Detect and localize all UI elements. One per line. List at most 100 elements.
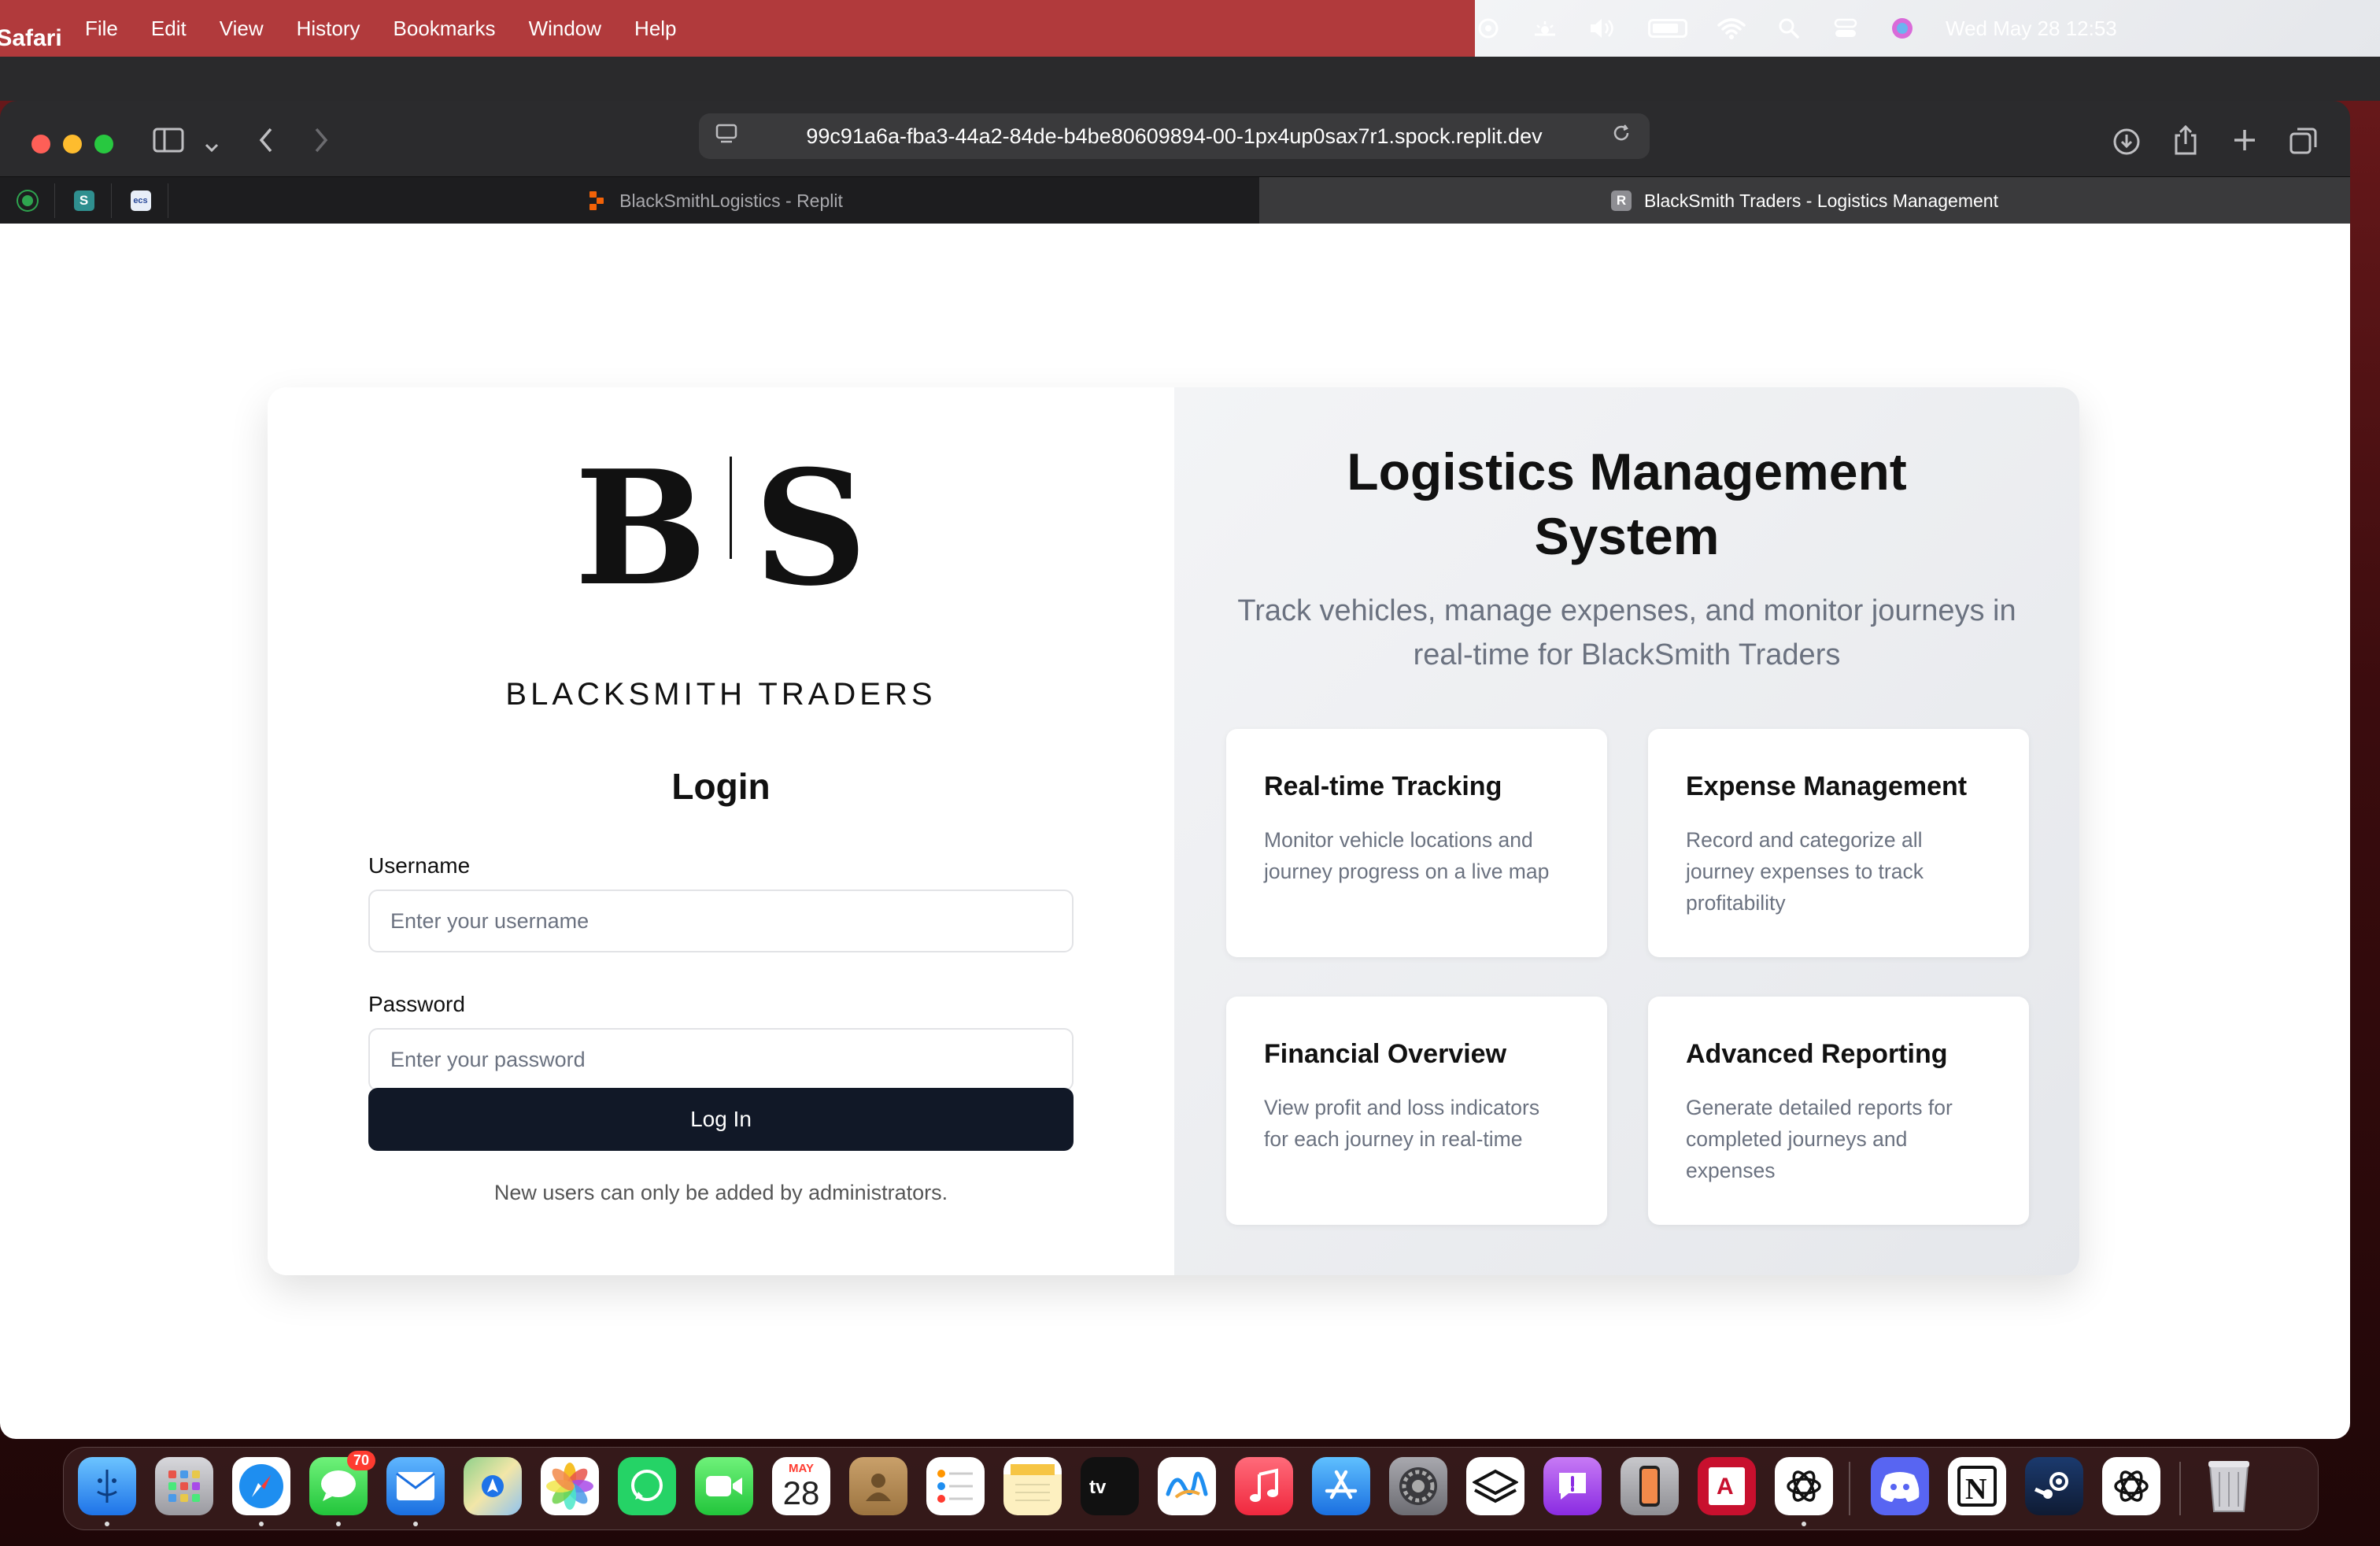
- logo-divider: [729, 457, 732, 559]
- page-settings-icon[interactable]: [715, 122, 738, 151]
- menu-edit[interactable]: Edit: [151, 17, 187, 41]
- tab-replit-label: BlackSmithLogistics - Replit: [619, 190, 843, 211]
- feature-card-expense: Expense Management Record and categorize…: [1648, 729, 2029, 957]
- address-bar[interactable]: 99c91a6a-fba3-44a2-84de-b4be80609894-00-…: [699, 113, 1650, 159]
- share-icon[interactable]: [2172, 124, 2199, 162]
- back-button[interactable]: [257, 126, 275, 161]
- tab-blacksmith[interactable]: R BlackSmith Traders - Logistics Managem…: [1259, 177, 2350, 224]
- pinned-tab-1[interactable]: [0, 183, 55, 218]
- login-title: Login: [671, 766, 771, 807]
- contacts-icon[interactable]: [849, 1457, 907, 1515]
- svg-text:tv: tv: [1089, 1477, 1107, 1498]
- wifi-icon[interactable]: [1717, 13, 1746, 44]
- menu-help[interactable]: Help: [634, 17, 676, 41]
- chevron-down-icon[interactable]: [203, 131, 220, 162]
- trash-icon[interactable]: [2200, 1457, 2258, 1515]
- pinned-tab-3[interactable]: ecs: [113, 183, 168, 218]
- tab-bar: S ecs BlackSmithLogistics - Replit R Bla…: [0, 176, 2350, 224]
- notion-icon[interactable]: N: [1948, 1457, 2006, 1515]
- dock: 70 MAY 28 tv A N: [63, 1447, 2319, 1530]
- calendar-icon[interactable]: MAY 28: [772, 1457, 830, 1515]
- forward-button[interactable]: [312, 126, 331, 161]
- chatgpt-running-indicator: [1802, 1522, 1806, 1526]
- svg-text:A: A: [1717, 1474, 1734, 1500]
- menu-bookmarks[interactable]: Bookmarks: [394, 17, 496, 41]
- brightness-icon[interactable]: [1532, 13, 1558, 44]
- calendar-day: 28: [782, 1474, 820, 1511]
- minimize-window-button[interactable]: [63, 135, 82, 153]
- feature-card-financial: Financial Overview View profit and loss …: [1226, 997, 1607, 1225]
- feedback-icon[interactable]: [1543, 1457, 1602, 1515]
- chatgpt-alt-icon[interactable]: [2102, 1457, 2160, 1515]
- feature-title: Financial Overview: [1264, 1039, 1507, 1069]
- messages-icon[interactable]: 70: [309, 1451, 375, 1515]
- pinned-tab-2[interactable]: S: [57, 183, 112, 218]
- brand-name: BLACKSMITH TRADERS: [505, 677, 937, 712]
- feature-card-tracking: Real-time Tracking Monitor vehicle locat…: [1226, 729, 1607, 957]
- mail-icon[interactable]: [386, 1457, 445, 1515]
- discord-icon[interactable]: [1871, 1457, 1929, 1515]
- new-tab-icon[interactable]: [2232, 128, 2257, 159]
- hero-title: Logistics Management System: [1347, 442, 1907, 565]
- chatgpt-icon[interactable]: [1775, 1457, 1833, 1515]
- tab-replit[interactable]: BlackSmithLogistics - Replit: [170, 177, 1259, 224]
- safari-icon[interactable]: [232, 1457, 290, 1515]
- menu-bar: Safari File Edit View History Bookmarks …: [0, 0, 2380, 57]
- feature-text: View profit and loss indicators for each…: [1264, 1096, 1540, 1151]
- sidebar-toggle-icon[interactable]: [153, 128, 184, 159]
- green-circle-icon: [17, 191, 37, 210]
- siri-icon[interactable]: [1889, 13, 1916, 44]
- reminders-icon[interactable]: [926, 1457, 985, 1515]
- finder-running-indicator: [105, 1522, 109, 1526]
- reload-icon[interactable]: [1610, 122, 1632, 150]
- volume-icon[interactable]: [1588, 13, 1618, 44]
- vectorworks-icon[interactable]: [1466, 1457, 1524, 1515]
- chatgpt-status-icon[interactable]: [1475, 13, 1502, 44]
- iphone-mirroring-icon[interactable]: [1621, 1457, 1679, 1515]
- feature-title: Advanced Reporting: [1686, 1039, 1948, 1069]
- feature-text: Generate detailed reports for completed …: [1686, 1096, 1953, 1182]
- bs-logo: BS: [268, 450, 1174, 608]
- maps-icon[interactable]: [464, 1457, 522, 1515]
- zoom-window-button[interactable]: [94, 135, 113, 153]
- freeform-icon[interactable]: [1158, 1457, 1216, 1515]
- menu-file[interactable]: File: [85, 17, 118, 41]
- tab-overview-icon[interactable]: [2289, 126, 2319, 162]
- login-button[interactable]: Log In: [368, 1088, 1074, 1151]
- username-input[interactable]: [368, 890, 1074, 952]
- appletv-icon[interactable]: tv: [1081, 1457, 1139, 1515]
- steam-icon[interactable]: [2025, 1457, 2083, 1515]
- menu-history[interactable]: History: [297, 17, 360, 41]
- appstore-icon[interactable]: [1312, 1457, 1370, 1515]
- menu-window[interactable]: Window: [529, 17, 601, 41]
- settings-icon[interactable]: [1389, 1457, 1447, 1515]
- finder-icon[interactable]: [78, 1457, 136, 1515]
- whatsapp-icon[interactable]: [618, 1457, 676, 1515]
- battery-icon[interactable]: [1648, 13, 1687, 44]
- notes-icon[interactable]: [1003, 1457, 1062, 1515]
- control-center-icon[interactable]: [1832, 13, 1859, 44]
- feature-card-reporting: Advanced Reporting Generate detailed rep…: [1648, 997, 2029, 1225]
- downloads-icon[interactable]: [2112, 128, 2141, 162]
- r-favicon-icon: R: [1611, 190, 1632, 211]
- feature-text: Monitor vehicle locations and journey pr…: [1264, 828, 1550, 883]
- tab-blacksmith-label: BlackSmith Traders - Logistics Managemen…: [1644, 190, 1998, 211]
- url-text[interactable]: 99c91a6a-fba3-44a2-84de-b4be80609894-00-…: [806, 124, 1542, 149]
- music-icon[interactable]: [1235, 1457, 1293, 1515]
- facetime-icon[interactable]: [695, 1457, 753, 1515]
- spotlight-search-icon[interactable]: [1776, 13, 1802, 44]
- close-window-button[interactable]: [31, 135, 50, 153]
- messages-badge: 70: [346, 1451, 375, 1470]
- replit-icon: [586, 190, 607, 211]
- feature-text: Record and categorize all journey expens…: [1686, 828, 1924, 915]
- photos-icon[interactable]: [541, 1457, 599, 1515]
- autocad-icon[interactable]: A: [1698, 1457, 1756, 1515]
- info-panel: Logistics Management System Track vehicl…: [1174, 387, 2079, 1275]
- logo-letter-b: B: [574, 436, 708, 621]
- menu-clock[interactable]: Wed May 28 12:53: [1946, 17, 2117, 41]
- launchpad-icon[interactable]: [155, 1457, 213, 1515]
- password-input[interactable]: [368, 1028, 1074, 1091]
- menu-view[interactable]: View: [220, 17, 264, 41]
- dock-separator: [1849, 1462, 1850, 1515]
- svg-text:N: N: [1965, 1473, 1986, 1506]
